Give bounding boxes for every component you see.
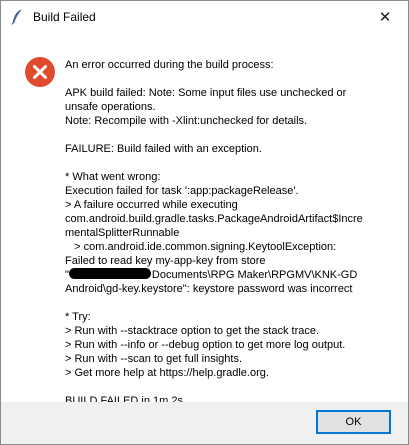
message-line: unsafe operations. bbox=[65, 101, 156, 113]
close-icon[interactable]: ✕ bbox=[362, 1, 408, 32]
message-line: mentalSplitterRunnable bbox=[65, 227, 180, 239]
dialog-window: Build Failed ✕ An error occurred during … bbox=[0, 0, 409, 445]
message-line: An error occurred during the build proce… bbox=[65, 59, 274, 71]
redaction-bar bbox=[68, 268, 151, 279]
message-line: * Try: bbox=[65, 311, 91, 323]
message-line-redacted: " Documents\RPG Maker\RPGMV\KNK-GD bbox=[65, 268, 395, 282]
dialog-footer: OK bbox=[1, 402, 408, 444]
message-line: APK build failed: Note: Some input files… bbox=[65, 87, 347, 99]
message-line: > Get more help at https://help.gradle.o… bbox=[65, 367, 269, 379]
error-icon bbox=[24, 56, 56, 88]
message-line: Execution failed for task ':app:packageR… bbox=[65, 185, 299, 197]
message-line: Android\gd-key.keystore": keystore passw… bbox=[65, 283, 353, 295]
ok-button[interactable]: OK bbox=[316, 410, 391, 434]
message-line: > A failure occurred while executing bbox=[65, 199, 238, 211]
redacted-suffix: Documents\RPG Maker\RPGMV\KNK-GD bbox=[151, 269, 358, 281]
window-title: Build Failed bbox=[33, 10, 96, 24]
message-line: > com.android.ide.common.signing.Keytool… bbox=[65, 241, 337, 253]
message-line: > Run with --stacktrace option to get th… bbox=[65, 325, 320, 337]
title-bar: Build Failed ✕ bbox=[1, 1, 408, 33]
message-line: Failed to read key my-app-key from store bbox=[65, 255, 266, 267]
dialog-content: An error occurred during the build proce… bbox=[1, 33, 408, 407]
message-line: FAILURE: Build failed with an exception. bbox=[65, 143, 262, 155]
message-line: * What went wrong: bbox=[65, 171, 161, 183]
message-line: Note: Recompile with -Xlint:unchecked fo… bbox=[65, 115, 308, 127]
message-line: > Run with --info or --debug option to g… bbox=[65, 339, 346, 351]
message-line: > Run with --scan to get full insights. bbox=[65, 353, 242, 365]
feather-icon bbox=[9, 9, 25, 25]
error-message: An error occurred during the build proce… bbox=[65, 58, 395, 408]
message-line: com.android.build.gradle.tasks.PackageAn… bbox=[65, 213, 363, 225]
